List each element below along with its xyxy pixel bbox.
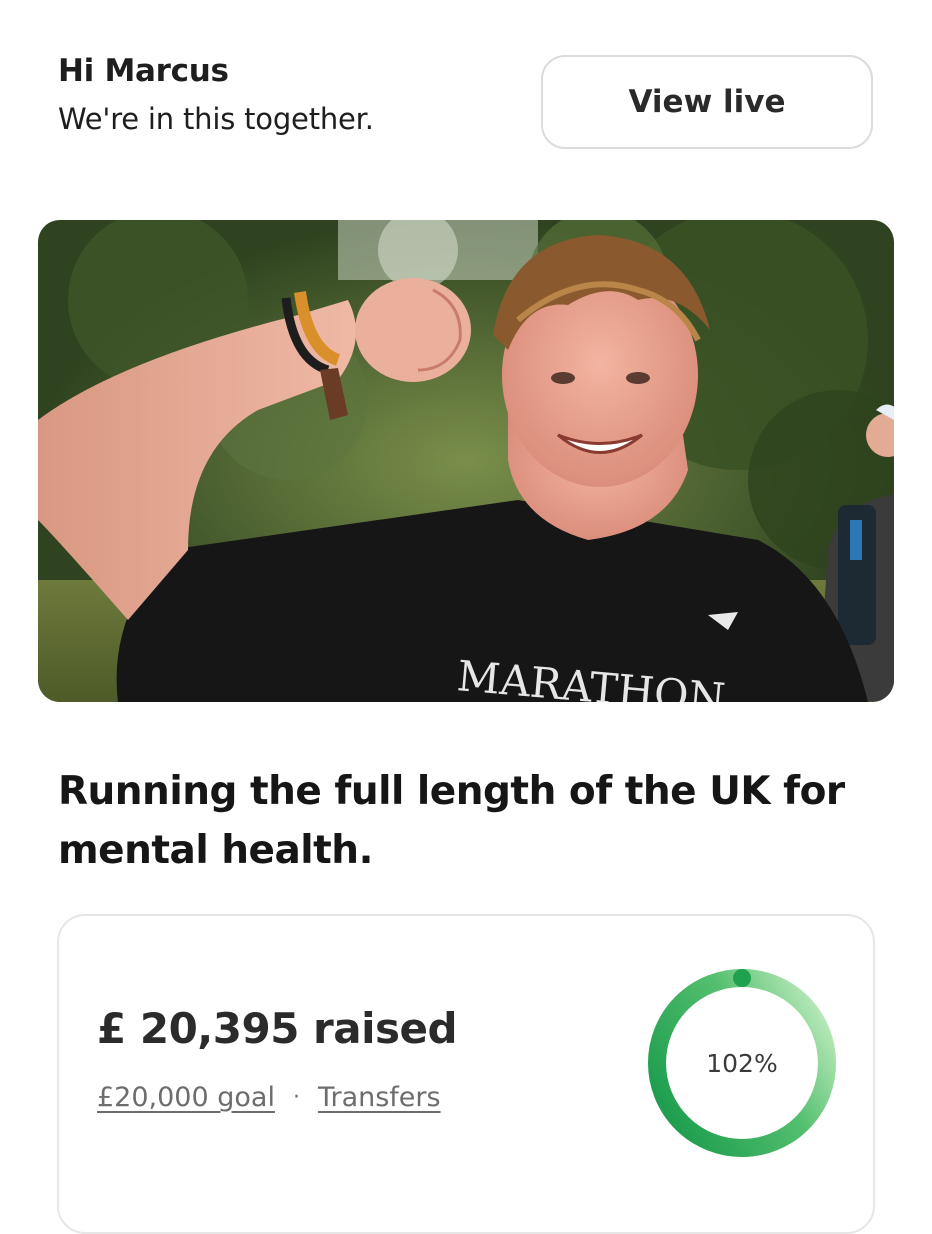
greeting-tagline: We're in this together. xyxy=(58,102,374,136)
fundraising-card: £ 20,395 raised £20,000 goal · Transfers… xyxy=(57,914,875,1234)
fundraising-meta: £20,000 goal · Transfers xyxy=(97,1082,441,1113)
separator-dot: · xyxy=(292,1085,300,1110)
amount-raised: £ 20,395 raised xyxy=(97,1004,458,1053)
view-live-button[interactable]: View live xyxy=(541,55,873,149)
transfers-link[interactable]: Transfers xyxy=(318,1082,441,1113)
progress-percent: 102% xyxy=(706,1048,778,1078)
campaign-title: Running the full length of the UK for me… xyxy=(58,769,845,873)
hero-photo: MARATHON xyxy=(38,220,894,702)
greeting: Hi Marcus We're in this together. xyxy=(58,50,374,146)
runner-photo: MARATHON xyxy=(38,220,894,702)
progress-ring: 102% xyxy=(645,966,839,1160)
greeting-title: Hi Marcus xyxy=(58,53,229,89)
goal-link[interactable]: £20,000 goal xyxy=(97,1082,275,1113)
